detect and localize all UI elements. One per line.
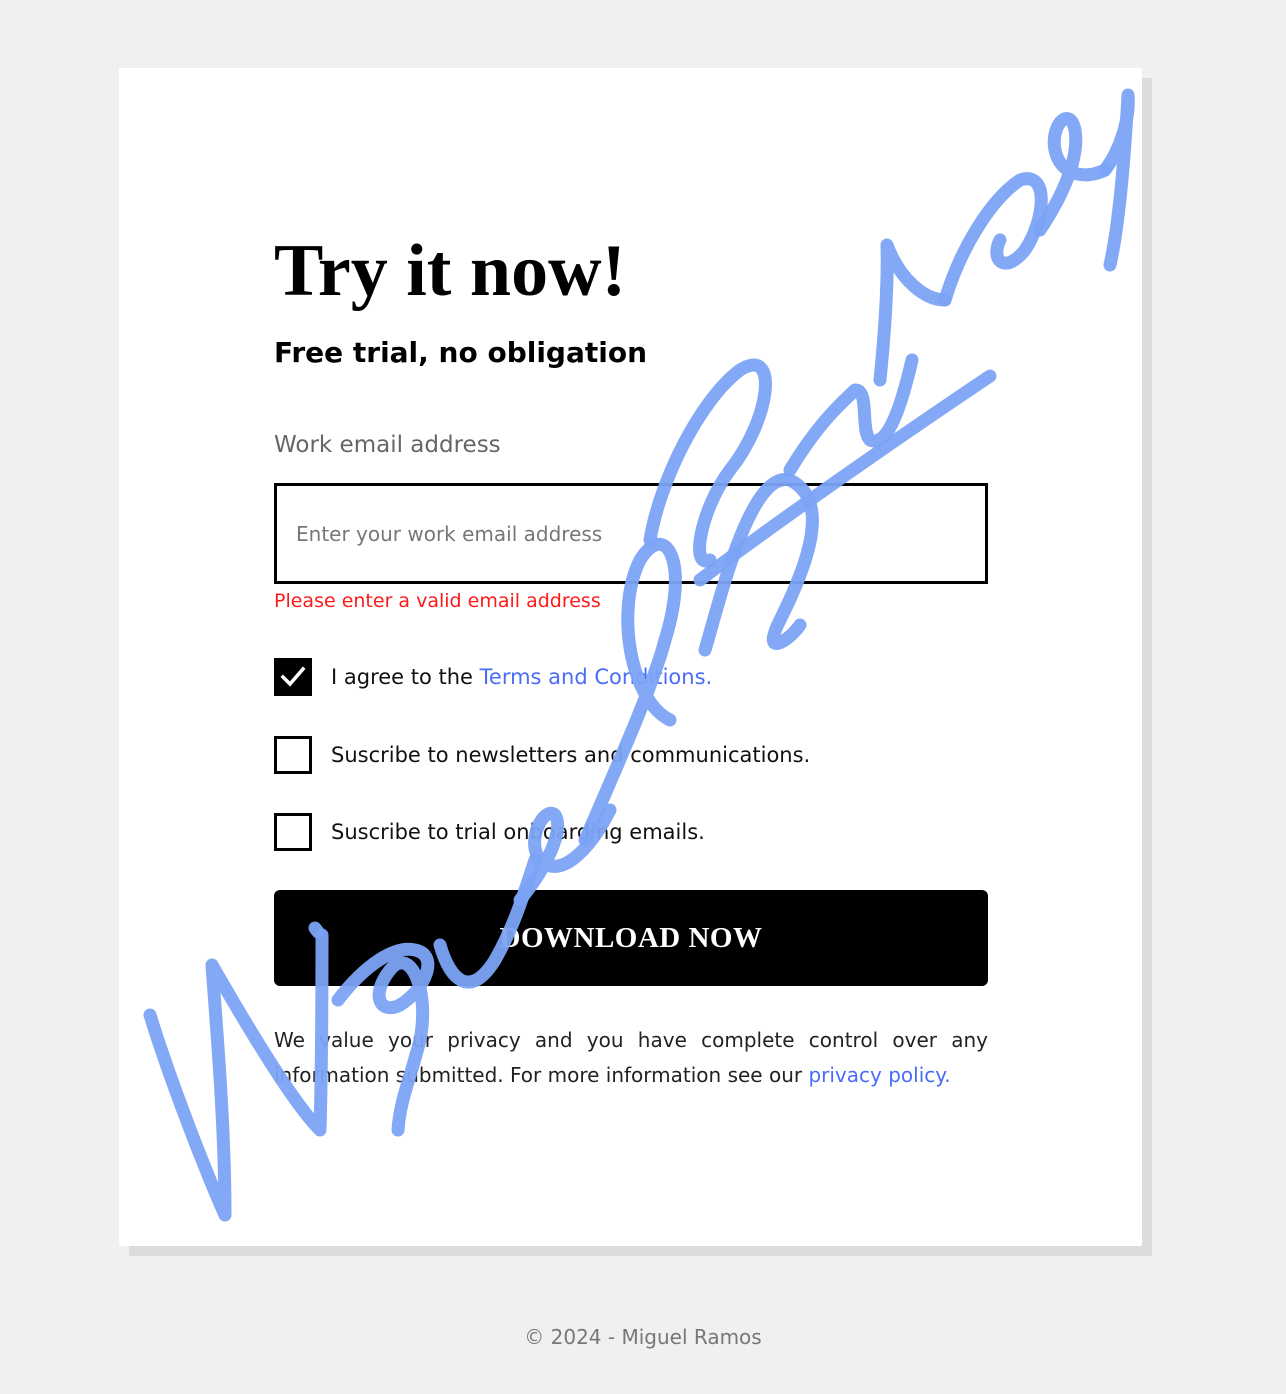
onboarding-checkbox-label: Suscribe to trial onboarding emails. xyxy=(331,820,705,844)
checkmark-icon xyxy=(280,666,306,687)
email-error-message: Please enter a valid email address xyxy=(274,590,601,612)
page-title: Try it now! xyxy=(274,230,627,312)
download-now-button[interactable]: DOWNLOAD NOW xyxy=(274,890,988,986)
terms-text: I agree to the xyxy=(331,665,480,689)
newsletter-checkbox-label: Suscribe to newsletters and communicatio… xyxy=(331,743,811,767)
terms-link[interactable]: Terms and Conditions. xyxy=(480,665,713,689)
terms-checkbox[interactable] xyxy=(274,658,312,696)
onboarding-checkbox-row: Suscribe to trial onboarding emails. xyxy=(274,813,705,851)
privacy-policy-link[interactable]: privacy policy. xyxy=(808,1063,950,1087)
email-field[interactable] xyxy=(274,483,988,584)
footer-copyright: © 2024 - Miguel Ramos xyxy=(524,1325,762,1349)
newsletter-checkbox-row: Suscribe to newsletters and communicatio… xyxy=(274,736,810,774)
email-label: Work email address xyxy=(274,432,501,458)
terms-checkbox-label: I agree to the Terms and Conditions. xyxy=(331,665,712,689)
page-subtitle: Free trial, no obligation xyxy=(274,336,648,369)
newsletter-checkbox[interactable] xyxy=(274,736,312,774)
privacy-notice: We value your privacy and you have compl… xyxy=(274,1023,988,1093)
terms-checkbox-row: I agree to the Terms and Conditions. xyxy=(274,658,712,696)
onboarding-checkbox[interactable] xyxy=(274,813,312,851)
